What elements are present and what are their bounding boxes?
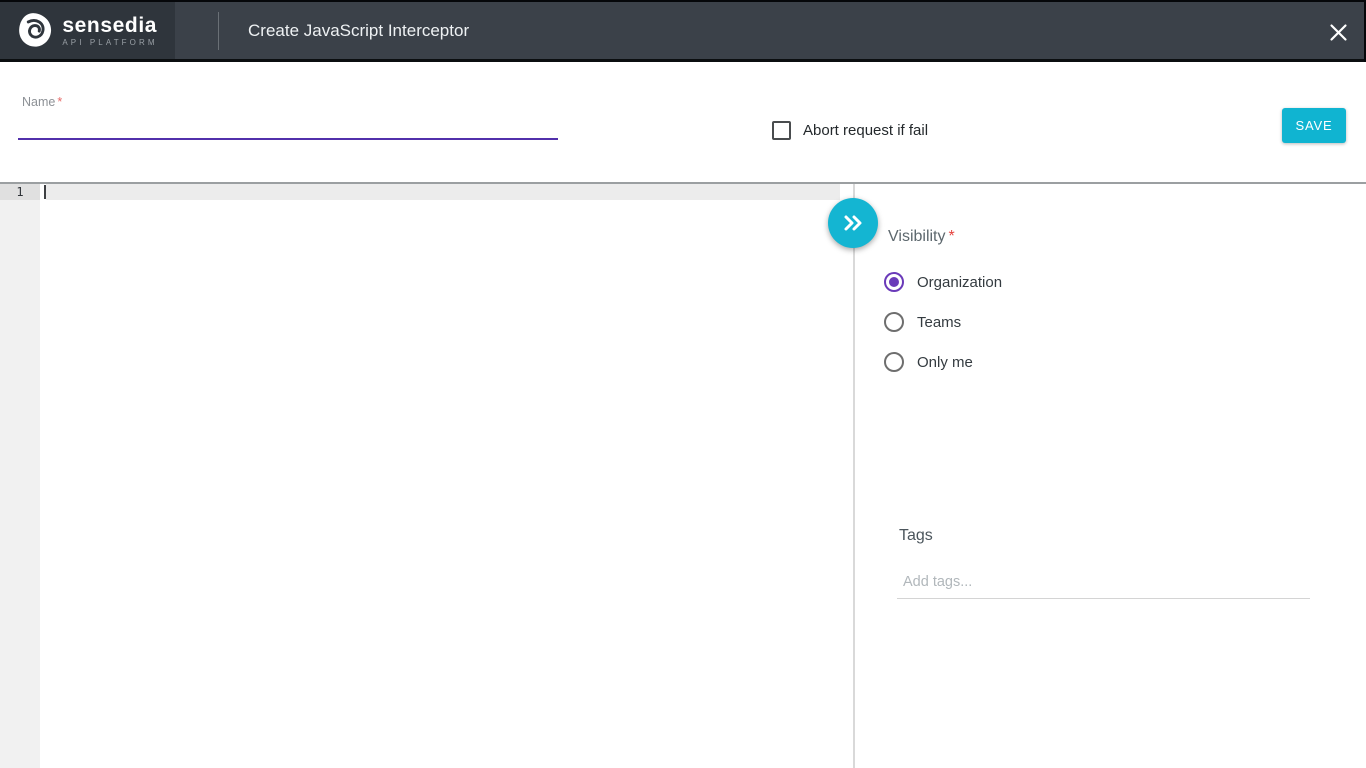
abort-checkbox-label: Abort request if fail — [803, 122, 928, 139]
double-chevron-right-icon — [840, 213, 866, 233]
radio-option-only-me[interactable]: Only me — [884, 342, 1002, 382]
app-header: sensedia API PLATFORM Create JavaScript … — [0, 0, 1366, 62]
sensedia-logo[interactable]: sensedia API PLATFORM — [0, 2, 175, 59]
page-title: Create JavaScript Interceptor — [248, 0, 469, 62]
required-asterisk: * — [949, 228, 955, 245]
radio-label: Organization — [917, 274, 1002, 291]
tags-input[interactable] — [897, 565, 1310, 599]
tags-label: Tags — [899, 527, 933, 545]
editor-line-number: 1 — [0, 184, 40, 200]
radio-label: Only me — [917, 354, 973, 371]
radio-option-organization[interactable]: Organization — [884, 262, 1002, 302]
radio-button[interactable] — [884, 312, 904, 332]
header-divider — [218, 12, 219, 50]
abort-checkbox[interactable] — [772, 121, 791, 140]
editor-gutter: 1 — [0, 184, 40, 768]
visibility-radio-group: Organization Teams Only me — [884, 262, 1002, 382]
radio-option-teams[interactable]: Teams — [884, 302, 1002, 342]
editor-cursor — [44, 185, 46, 199]
editor-active-line — [46, 184, 840, 200]
sensedia-logo-icon — [17, 12, 53, 49]
logo-wordmark: sensedia — [62, 15, 157, 37]
workspace: 1 Visibility* Organization Teams — [0, 182, 1366, 768]
save-button[interactable]: SAVE — [1282, 108, 1346, 143]
radio-label: Teams — [917, 314, 961, 331]
visibility-label: Visibility* — [888, 228, 955, 246]
name-label: Name* — [22, 95, 62, 109]
logo-subtitle: API PLATFORM — [62, 38, 157, 47]
expand-panel-button[interactable] — [828, 198, 878, 248]
close-button[interactable] — [1322, 17, 1354, 47]
abort-checkbox-row[interactable]: Abort request if fail — [772, 121, 928, 140]
close-icon — [1328, 22, 1349, 43]
radio-button[interactable] — [884, 272, 904, 292]
code-editor[interactable]: 1 — [0, 184, 853, 768]
radio-button[interactable] — [884, 352, 904, 372]
interceptor-form: Name* Abort request if fail SAVE — [0, 62, 1366, 182]
details-panel: Visibility* Organization Teams Only me T… — [855, 184, 1366, 768]
name-input[interactable] — [18, 110, 558, 140]
required-asterisk: * — [57, 95, 62, 109]
